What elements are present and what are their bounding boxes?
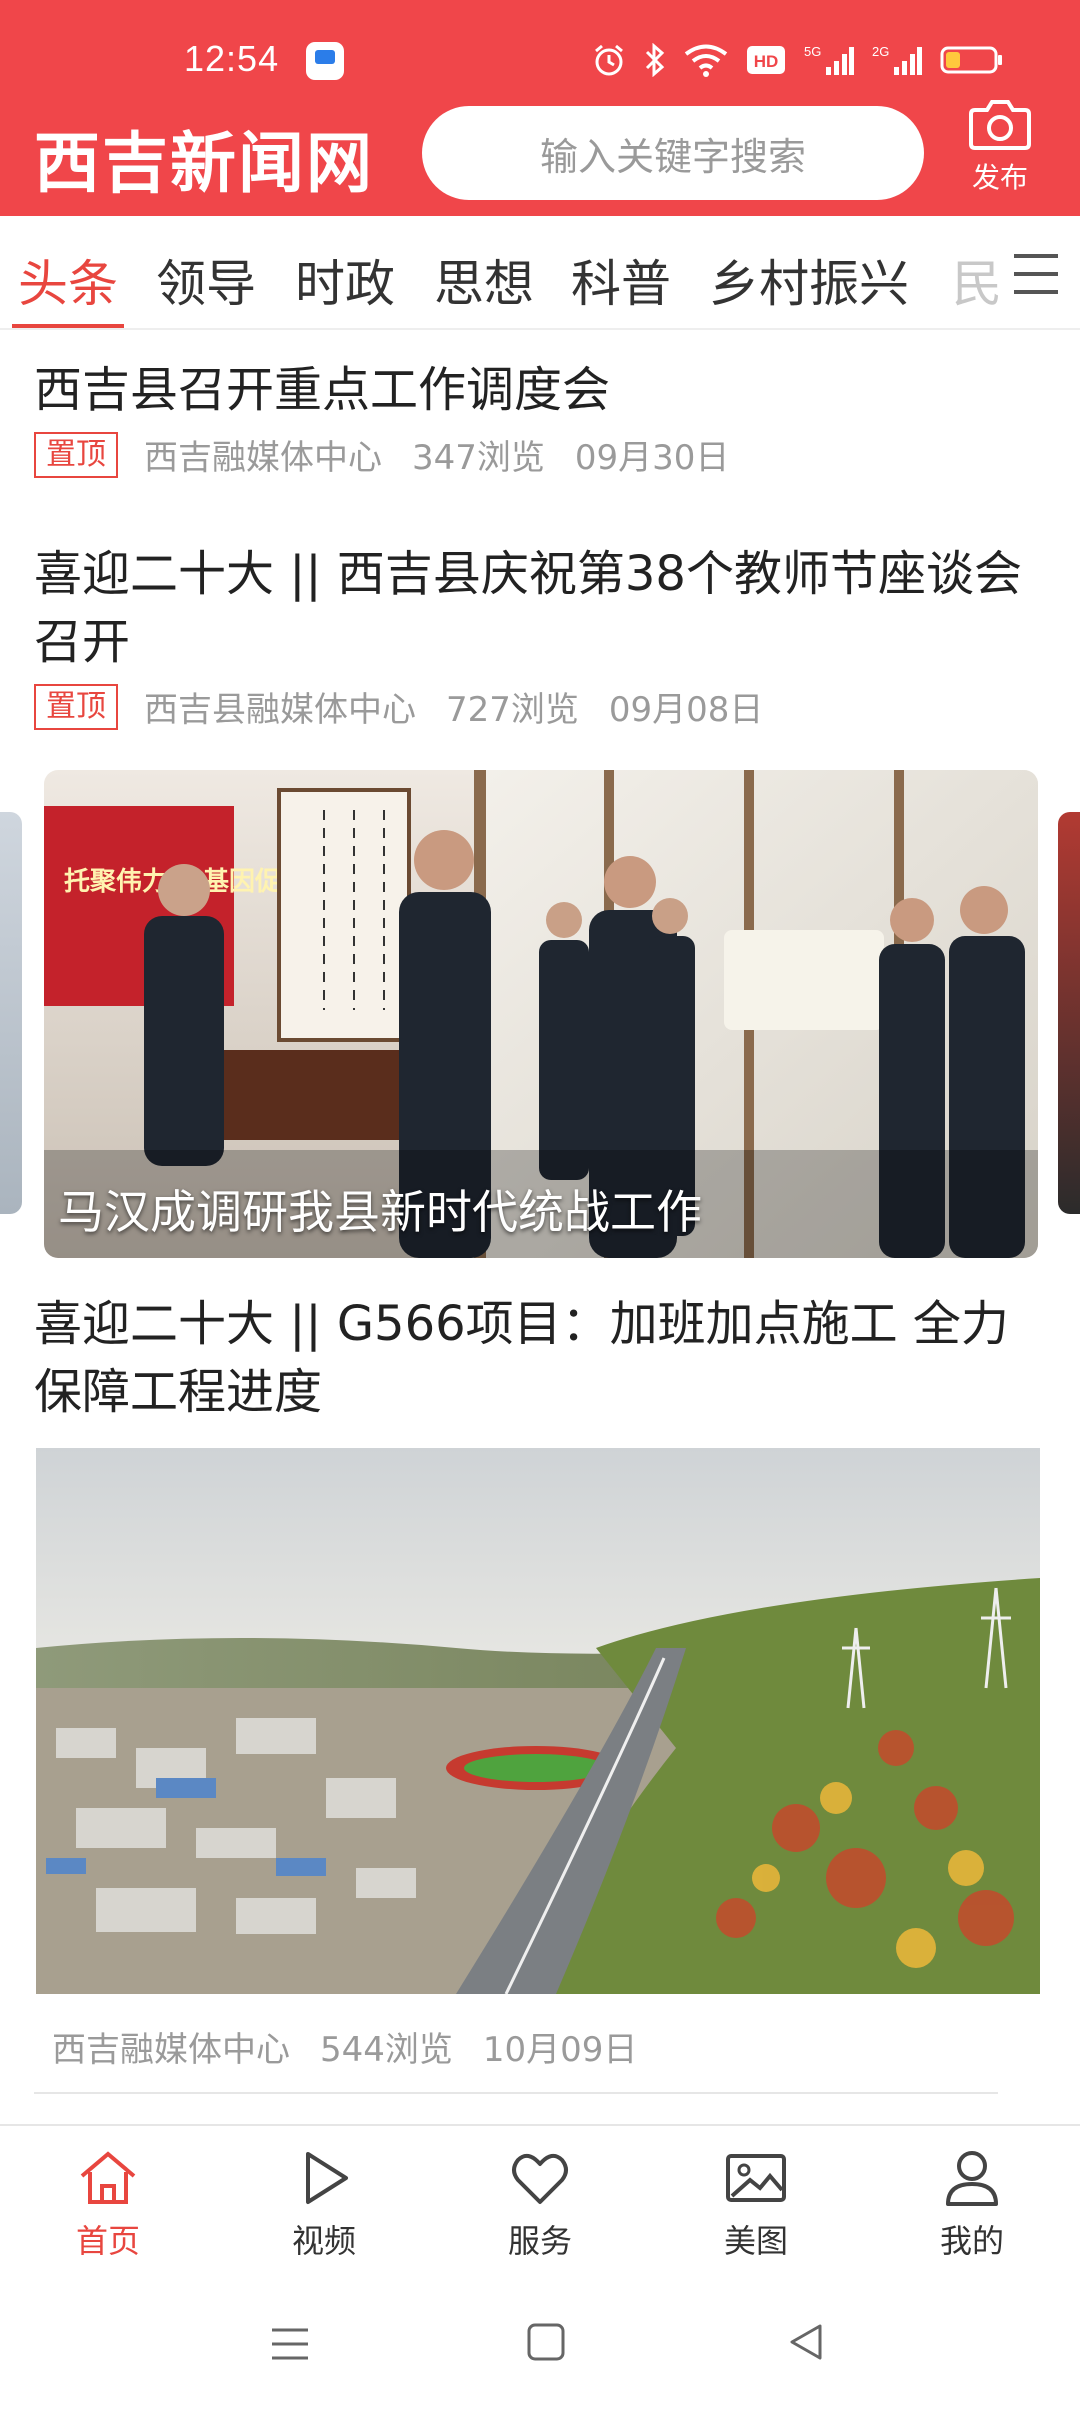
news-source: 西吉县融媒体中心 bbox=[144, 690, 416, 730]
nav-video-label: 视频 bbox=[291, 2222, 356, 2260]
news-meta: 西吉融媒体中心 544浏览 10月09日 bbox=[52, 2022, 1064, 2071]
tab-rural-revitalization[interactable]: 乡村振兴 bbox=[709, 244, 909, 316]
app-header: 12:54 HD 5G 2G 西吉新闻网 输入关键字搜索 发布 bbox=[0, 0, 1080, 216]
tab-menu-icon[interactable] bbox=[1008, 246, 1064, 302]
wifi-icon bbox=[684, 43, 728, 81]
divider bbox=[34, 2092, 998, 2094]
category-tabs: 头条 领导 时政 思想 科普 乡村振兴 民 bbox=[0, 216, 1080, 330]
back-icon[interactable] bbox=[786, 2322, 826, 2362]
home-icon bbox=[80, 2151, 136, 2204]
news-source: 西吉融媒体中心 bbox=[144, 438, 382, 478]
news-item[interactable]: 喜迎二十大 || 西吉县庆祝第38个教师节座谈会召开 置顶 西吉县融媒体中心 7… bbox=[34, 540, 1046, 731]
active-tab-indicator bbox=[12, 324, 124, 328]
nav-profile[interactable]: 我的 bbox=[902, 2146, 1042, 2262]
tab-politics[interactable]: 时政 bbox=[295, 244, 395, 316]
svg-text:2G: 2G bbox=[872, 44, 889, 59]
news-title: 喜迎二十大 || 西吉县庆祝第38个教师节座谈会召开 bbox=[34, 546, 1022, 670]
alarm-icon bbox=[592, 43, 626, 81]
status-icons: HD 5G 2G bbox=[592, 42, 1004, 82]
camera-icon bbox=[969, 100, 1031, 150]
road-aerial-photo bbox=[36, 1448, 1040, 1994]
news-views: 347浏览 bbox=[412, 438, 545, 478]
search-input[interactable]: 输入关键字搜索 bbox=[422, 106, 924, 200]
publish-label: 发布 bbox=[971, 161, 1028, 194]
news-date: 09月08日 bbox=[608, 690, 764, 730]
news-title: 西吉县召开重点工作调度会 bbox=[34, 362, 611, 418]
app-logo: 西吉新闻网 bbox=[34, 124, 374, 202]
nav-service[interactable]: 服务 bbox=[470, 2146, 610, 2262]
svg-text:5G: 5G bbox=[804, 44, 821, 59]
tab-leaders[interactable]: 领导 bbox=[156, 244, 256, 316]
news-item[interactable]: 西吉县召开重点工作调度会 置顶 西吉融媒体中心 347浏览 09月30日 bbox=[34, 356, 1046, 479]
nav-home-label: 首页 bbox=[75, 2222, 140, 2260]
tab-thought[interactable]: 思想 bbox=[434, 244, 534, 316]
user-icon bbox=[946, 2151, 998, 2206]
tab-overflow[interactable]: 民 bbox=[952, 244, 1000, 316]
nav-gallery[interactable]: 美图 bbox=[686, 2146, 826, 2262]
carousel-next-slide[interactable] bbox=[1058, 812, 1080, 1214]
status-bar: 12:54 HD 5G 2G bbox=[0, 0, 1080, 100]
hd-icon: HD bbox=[746, 45, 786, 79]
news-views: 544浏览 bbox=[320, 2030, 453, 2070]
news-meta-row: 西吉融媒体中心 544浏览 10月09日 bbox=[52, 2016, 1064, 2071]
nav-gallery-label: 美图 bbox=[723, 2222, 788, 2260]
news-meta: 置顶 西吉县融媒体中心 727浏览 09月08日 bbox=[34, 682, 1046, 731]
news-item[interactable]: 喜迎二十大 || G566项目：加班加点施工 全力保障工程进度 bbox=[34, 1290, 1046, 1426]
news-date: 10月09日 bbox=[482, 2030, 638, 2070]
carousel-prev-slide[interactable] bbox=[0, 812, 22, 1214]
nav-service-label: 服务 bbox=[507, 2222, 572, 2260]
search-placeholder: 输入关键字搜索 bbox=[539, 134, 806, 179]
bottom-nav: 首页 视频 服务 美图 我的 bbox=[0, 2124, 1080, 2284]
news-views: 727浏览 bbox=[446, 690, 579, 730]
image-icon bbox=[726, 2154, 786, 2202]
nav-video[interactable]: 视频 bbox=[254, 2146, 394, 2262]
carousel-caption: 马汉成调研我县新时代统战工作 bbox=[58, 1185, 702, 1239]
nav-home[interactable]: 首页 bbox=[38, 2146, 178, 2262]
heart-icon bbox=[512, 2153, 568, 2204]
pinned-badge: 置顶 bbox=[34, 683, 118, 730]
svg-text:HD: HD bbox=[754, 52, 779, 71]
bluetooth-icon bbox=[644, 42, 666, 81]
news-title: 喜迎二十大 || G566项目：加班加点施工 全力保障工程进度 bbox=[34, 1296, 1009, 1420]
signal-2g-icon: 2G bbox=[872, 43, 922, 81]
system-nav-bar bbox=[0, 2284, 1080, 2412]
home-square-icon[interactable] bbox=[526, 2322, 566, 2362]
app-badge-icon bbox=[306, 42, 344, 80]
carousel-slide[interactable]: 托聚伟力 色基因促 马汉成调研我县新时代统战工作 bbox=[44, 770, 1038, 1258]
publish-button[interactable]: 发布 bbox=[960, 98, 1040, 196]
nav-profile-label: 我的 bbox=[939, 2222, 1004, 2260]
status-time: 12:54 bbox=[184, 38, 280, 79]
news-source: 西吉融媒体中心 bbox=[52, 2030, 290, 2070]
tab-headlines[interactable]: 头条 bbox=[18, 244, 118, 316]
news-date: 09月30日 bbox=[574, 438, 730, 478]
menu-icon[interactable] bbox=[270, 2324, 310, 2364]
play-icon bbox=[306, 2152, 348, 2204]
battery-icon bbox=[940, 45, 1004, 79]
signal-5g-icon: 5G bbox=[804, 43, 854, 81]
news-image[interactable] bbox=[36, 1448, 1040, 1994]
news-meta: 置顶 西吉融媒体中心 347浏览 09月30日 bbox=[34, 430, 1046, 479]
tab-science[interactable]: 科普 bbox=[571, 244, 671, 316]
pinned-badge: 置顶 bbox=[34, 431, 118, 478]
